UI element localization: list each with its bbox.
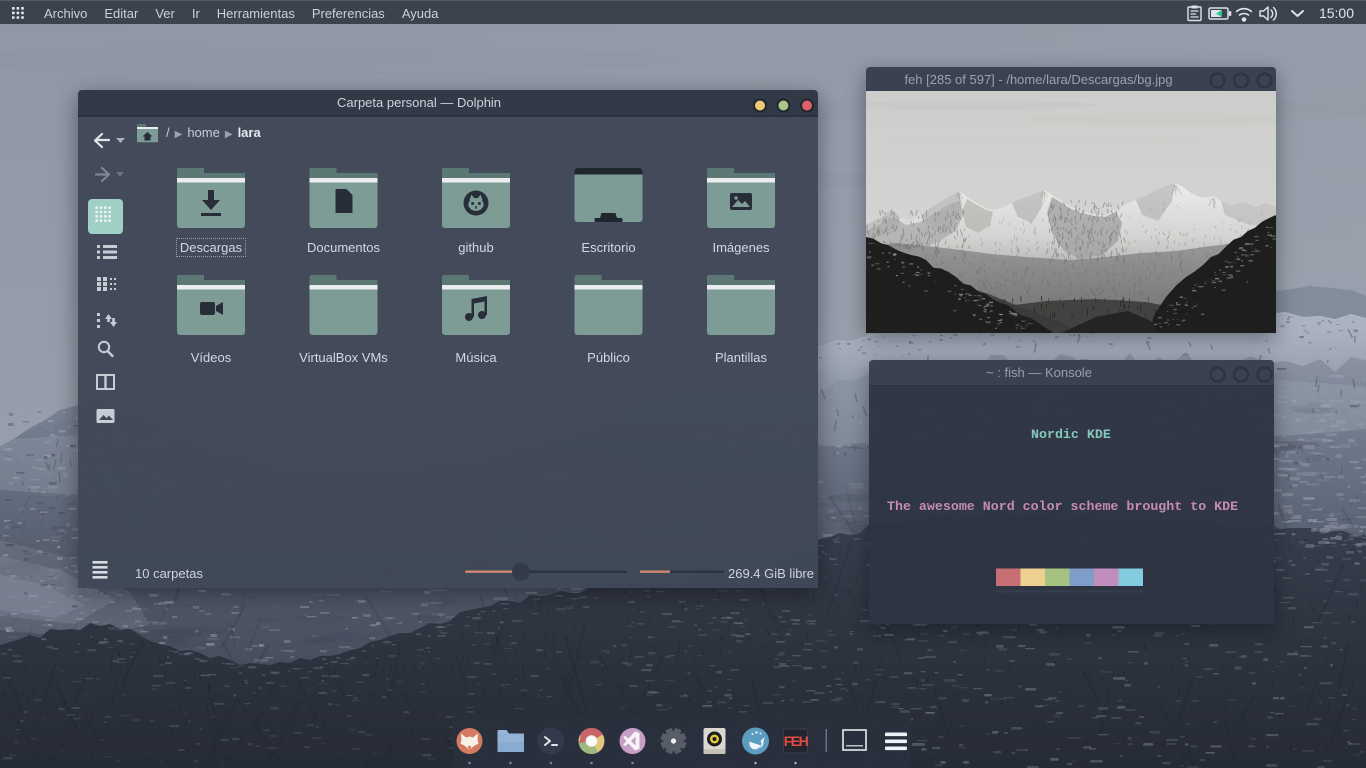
svg-text:FEH: FEH	[784, 733, 809, 749]
